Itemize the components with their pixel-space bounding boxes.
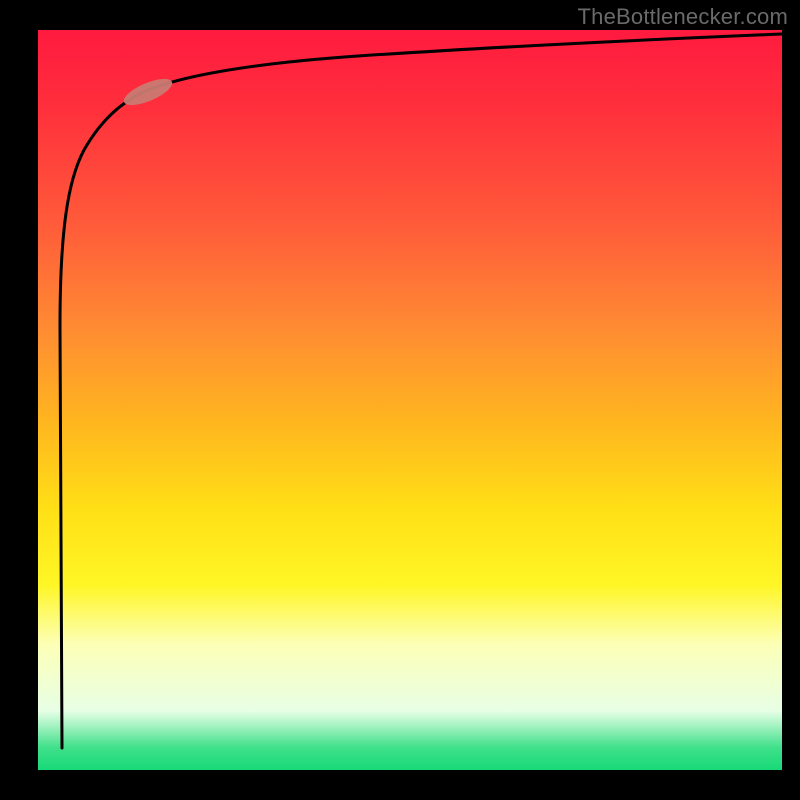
curve-layer bbox=[38, 30, 782, 770]
chart-stage: TheBottlenecker.com bbox=[0, 0, 800, 800]
marker-icon bbox=[121, 74, 176, 111]
curve-marker bbox=[121, 74, 176, 111]
watermark-text: TheBottlenecker.com bbox=[578, 4, 788, 30]
bottleneck-curve bbox=[60, 34, 782, 748]
plot-area bbox=[38, 30, 782, 770]
